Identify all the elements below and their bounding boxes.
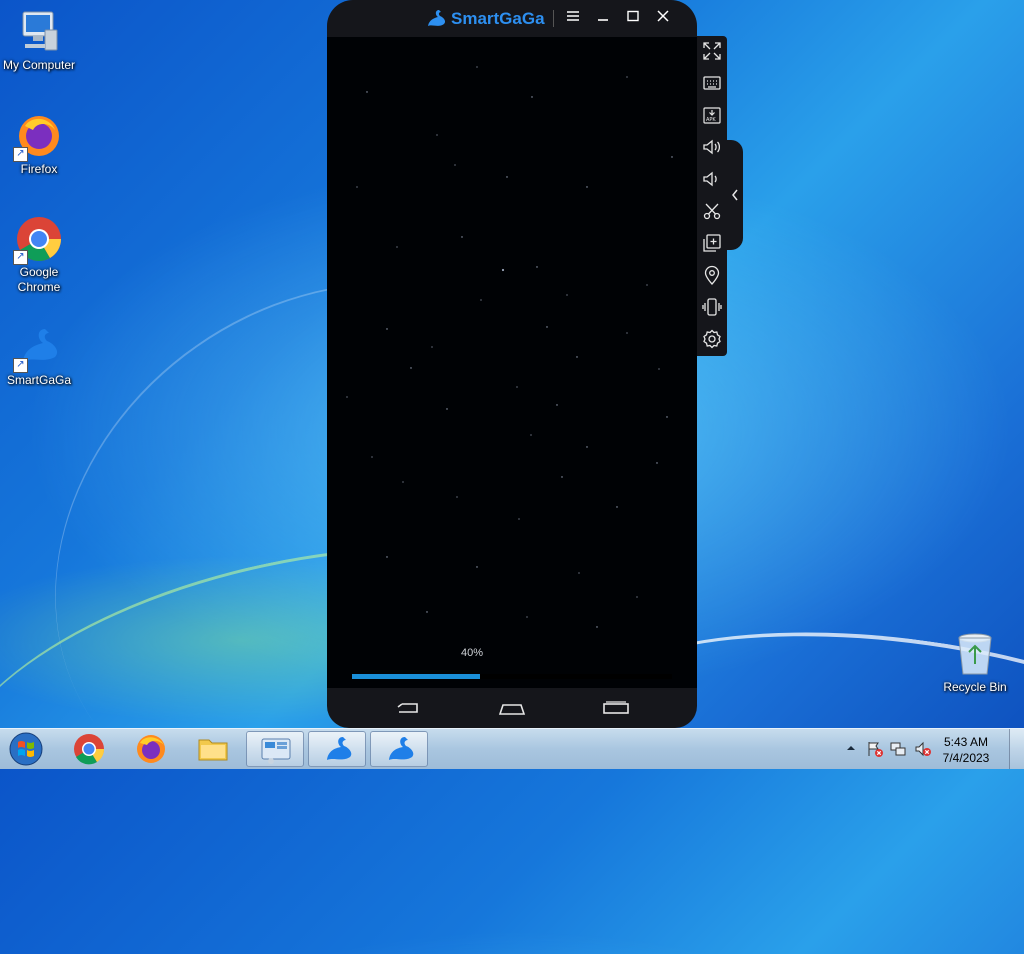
taskbar-smartgaga[interactable] xyxy=(308,731,366,767)
smartgaga-window: SmartGaGa 40% xyxy=(327,0,697,728)
control-panel-icon xyxy=(261,738,291,764)
show-desktop-button[interactable] xyxy=(1009,729,1024,769)
taskbar-smartgaga[interactable] xyxy=(370,731,428,767)
app-logo: SmartGaGa xyxy=(427,8,545,30)
close-icon[interactable] xyxy=(654,9,672,27)
smartgaga-icon xyxy=(327,737,352,760)
shortcut-arrow-icon: ↗ xyxy=(13,250,28,265)
loading-progress-fill xyxy=(352,674,480,679)
desktop-icon-label: SmartGaGa xyxy=(6,373,72,387)
taskbar-control-panel[interactable] xyxy=(246,731,304,767)
multi-instance-icon[interactable] xyxy=(701,232,723,254)
action-center-flag-icon[interactable] xyxy=(866,740,884,758)
volume-down-icon[interactable] xyxy=(701,168,723,190)
loading-percent: 40% xyxy=(460,647,484,659)
explorer-folder-icon xyxy=(198,739,228,761)
smartgaga-icon xyxy=(389,737,414,760)
install-apk-icon[interactable]: APK xyxy=(701,104,723,126)
window-title: SmartGaGa xyxy=(451,9,545,28)
loading-progress-bar xyxy=(352,674,672,679)
windows-start-icon xyxy=(9,732,43,766)
desktop-icon-label: Google Chrome xyxy=(17,265,61,294)
minimize-icon[interactable] xyxy=(594,9,612,27)
sidebar-collapse-tab[interactable] xyxy=(727,140,743,250)
taskbar-explorer[interactable] xyxy=(184,731,242,767)
svg-text:APK: APK xyxy=(706,117,716,123)
desktop-icon-label: Recycle Bin xyxy=(943,680,1007,694)
desktop-icon-recycle-bin[interactable]: Recycle Bin xyxy=(936,630,1014,695)
screenshot-scissors-icon[interactable] xyxy=(701,200,723,222)
maximize-icon[interactable] xyxy=(624,9,642,27)
window-title-bar[interactable]: SmartGaGa xyxy=(327,0,697,37)
show-hidden-icons-arrow-icon[interactable] xyxy=(844,741,858,755)
menu-icon[interactable] xyxy=(564,9,582,27)
desktop-icon-label: My Computer xyxy=(2,58,76,72)
desktop-icon-firefox[interactable]: ↗ Firefox xyxy=(0,112,78,177)
recycle-bin-icon xyxy=(951,630,999,678)
smartgaga-swan-icon: ↗ xyxy=(13,323,63,373)
desktop-icon-label: Firefox xyxy=(20,162,58,176)
keyboard-icon[interactable] xyxy=(701,72,723,94)
title-divider xyxy=(553,10,554,27)
location-icon[interactable] xyxy=(701,264,723,286)
volume-muted-icon[interactable] xyxy=(914,740,932,758)
desktop-icon-my-computer[interactable]: My Computer xyxy=(0,8,78,73)
firefox-icon xyxy=(137,735,165,763)
taskbar-clock[interactable]: 5:43 AM 7/4/2023 xyxy=(936,734,996,766)
home-icon[interactable] xyxy=(497,698,527,718)
shortcut-arrow-icon: ↗ xyxy=(13,358,28,373)
clock-date: 7/4/2023 xyxy=(942,751,990,765)
volume-up-icon[interactable] xyxy=(701,136,723,158)
recent-apps-icon[interactable] xyxy=(601,698,631,718)
back-icon[interactable] xyxy=(393,698,423,718)
taskbar-chrome[interactable] xyxy=(60,731,118,767)
network-icon[interactable] xyxy=(890,740,908,758)
shake-icon[interactable] xyxy=(701,296,723,318)
start-button[interactable] xyxy=(6,731,46,767)
smartgaga-swan-icon xyxy=(428,10,446,26)
starfield-background xyxy=(346,66,673,628)
desktop-icon-smartgaga[interactable]: ↗ SmartGaGa xyxy=(0,323,78,388)
emulator-side-toolbar: APK xyxy=(697,36,727,356)
firefox-icon: ↗ xyxy=(13,112,63,162)
shortcut-arrow-icon: ↗ xyxy=(13,147,28,162)
chrome-icon: ↗ xyxy=(13,215,63,265)
fullscreen-icon[interactable] xyxy=(701,40,723,62)
clock-time: 5:43 AM xyxy=(943,735,989,749)
taskbar-firefox[interactable] xyxy=(122,731,180,767)
emulator-screen[interactable]: 40% xyxy=(327,37,697,688)
computer-icon xyxy=(15,8,63,56)
desktop-icon-google-chrome[interactable]: ↗ Google Chrome xyxy=(0,215,78,295)
chrome-icon xyxy=(74,734,105,765)
taskbar: 5:43 AM 7/4/2023 xyxy=(0,728,1024,769)
android-nav-bar xyxy=(327,688,697,728)
chevron-left-icon xyxy=(732,189,738,201)
settings-gear-icon[interactable] xyxy=(701,328,723,350)
